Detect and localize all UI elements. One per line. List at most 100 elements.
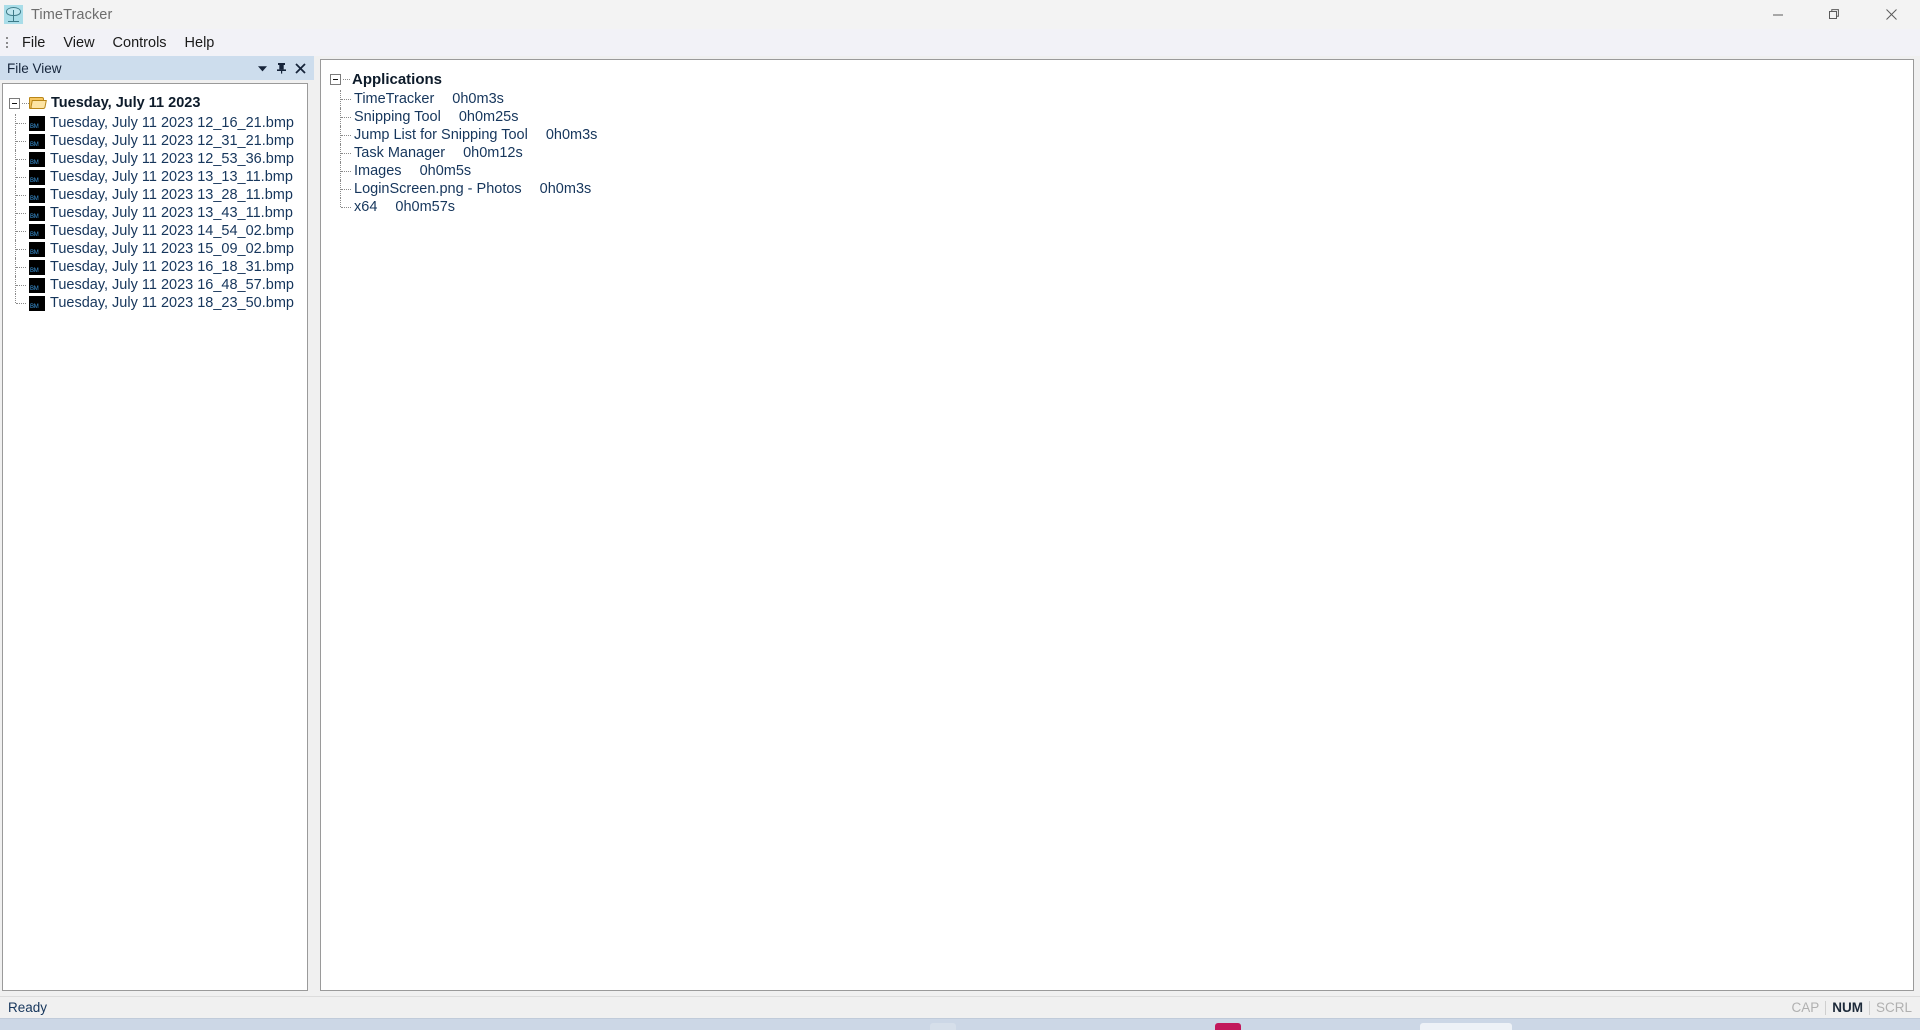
menu-item-help[interactable]: Help — [176, 31, 224, 55]
tree-connector — [15, 294, 29, 312]
tree-connector — [15, 186, 29, 204]
file-tree-item[interactable]: Tuesday, July 11 2023 12_16_21.bmp — [3, 114, 307, 132]
file-tree-item[interactable]: Tuesday, July 11 2023 16_18_31.bmp — [3, 258, 307, 276]
timetracker-icon — [4, 5, 23, 24]
desktop-taskbar[interactable] — [0, 1018, 1920, 1030]
application-row[interactable]: Snipping Tool 0h0m25s — [330, 108, 1913, 126]
application-duration: 0h0m25s — [458, 109, 519, 125]
tree-connector — [340, 198, 354, 216]
close-button[interactable] — [1863, 0, 1920, 29]
application-name: TimeTracker — [354, 91, 435, 107]
menu-item-controls[interactable]: Controls — [104, 31, 176, 55]
file-tree-item[interactable]: Tuesday, July 11 2023 15_09_02.bmp — [3, 240, 307, 258]
bmp-file-icon — [29, 205, 45, 221]
bmp-file-icon — [29, 241, 45, 257]
application-duration: 0h0m12s — [463, 145, 523, 161]
tree-connector — [340, 108, 354, 126]
file-tree-item[interactable]: Tuesday, July 11 2023 13_43_11.bmp — [3, 204, 307, 222]
status-badge-num: NUM — [1826, 1000, 1870, 1015]
bmp-file-icon — [29, 151, 45, 167]
menu-grip-icon[interactable] — [1, 29, 13, 56]
taskbar-item[interactable] — [1215, 1023, 1241, 1030]
tree-connector — [15, 168, 29, 186]
applications-panel[interactable]: Applications TimeTracker 0h0m3s Snipping T… — [320, 59, 1914, 991]
tree-connector — [340, 180, 354, 198]
tree-connector — [343, 78, 350, 80]
taskbar-item[interactable] — [930, 1023, 956, 1030]
status-badge-scrl: SCRL — [1875, 999, 1912, 1015]
tree-connector — [15, 240, 29, 258]
file-tree-item[interactable]: Tuesday, July 11 2023 14_54_02.bmp — [3, 222, 307, 240]
pin-icon[interactable] — [272, 58, 291, 78]
collapse-box-icon[interactable] — [330, 73, 341, 85]
file-tree-item-label: Tuesday, July 11 2023 14_54_02.bmp — [50, 223, 294, 239]
tree-connector — [15, 258, 29, 276]
file-tree-item[interactable]: Tuesday, July 11 2023 12_31_21.bmp — [3, 132, 307, 150]
bmp-file-icon — [29, 169, 45, 185]
file-view-close-icon[interactable] — [291, 58, 310, 78]
restore-button[interactable] — [1806, 0, 1863, 29]
tree-connector — [15, 150, 29, 168]
menu-item-file[interactable]: File — [13, 31, 54, 55]
applications-tree-root[interactable]: Applications — [330, 68, 1913, 90]
file-tree-item[interactable]: Tuesday, July 11 2023 13_13_11.bmp — [3, 168, 307, 186]
file-tree-item[interactable]: Tuesday, July 11 2023 16_48_57.bmp — [3, 276, 307, 294]
work-area: File View Tuesday, July 11 2023 BM Tuesd… — [0, 56, 1920, 996]
file-tree-item-label: Tuesday, July 11 2023 16_18_31.bmp — [50, 259, 294, 275]
menu-item-view[interactable]: View — [54, 31, 103, 55]
tree-connector — [340, 144, 354, 162]
taskbar-item[interactable] — [1420, 1023, 1512, 1030]
application-row[interactable]: Jump List for Snipping Tool 0h0m3s — [330, 126, 1913, 144]
bmp-file-icon — [29, 223, 45, 239]
file-tree-root-label: Tuesday, July 11 2023 — [51, 95, 201, 111]
folder-open-icon — [29, 96, 47, 110]
collapse-box-icon[interactable] — [9, 97, 20, 109]
tree-connector — [15, 276, 29, 294]
application-row[interactable]: Images 0h0m5s — [330, 162, 1913, 180]
file-tree-item[interactable]: Tuesday, July 11 2023 12_53_36.bmp — [3, 150, 307, 168]
application-list: TimeTracker 0h0m3s Snipping Tool 0h0m25s Jum… — [330, 90, 1913, 216]
file-view-caption-bar[interactable]: File View — [0, 56, 314, 80]
file-tree-item-label: Tuesday, July 11 2023 18_23_50.bmp — [50, 295, 294, 311]
bmp-file-icon — [29, 187, 45, 203]
application-name: Snipping Tool — [354, 109, 441, 125]
file-tree-item-label: Tuesday, July 11 2023 13_43_11.bmp — [50, 205, 293, 221]
application-name: Images — [354, 163, 402, 179]
application-row[interactable]: x64 0h0m57s — [330, 198, 1913, 216]
application-row[interactable]: TimeTracker 0h0m3s — [330, 90, 1913, 108]
file-view-body[interactable]: Tuesday, July 11 2023 Tuesday, July 11 2… — [2, 83, 308, 991]
status-bar: Ready CAP NUM SCRL — [0, 996, 1920, 1018]
file-list: Tuesday, July 11 2023 12_16_21.bmp Tuesda… — [3, 114, 307, 312]
file-tree: Tuesday, July 11 2023 Tuesday, July 11 2… — [3, 84, 307, 312]
timetracker-window: TimeTracker File View Controls Help File… — [0, 0, 1920, 1018]
application-duration: 0h0m3s — [452, 91, 504, 107]
status-message: Ready — [8, 1000, 48, 1015]
chevron-down-icon[interactable] — [253, 58, 272, 78]
tree-connector — [15, 222, 29, 240]
file-tree-root[interactable]: Tuesday, July 11 2023 — [3, 92, 307, 114]
window-title: TimeTracker — [31, 6, 113, 23]
file-tree-item[interactable]: Tuesday, July 11 2023 18_23_50.bmp — [3, 294, 307, 312]
title-bar[interactable]: TimeTracker — [0, 0, 1920, 29]
tree-connector — [22, 102, 29, 104]
applications-tree: Applications TimeTracker 0h0m3s Snipping T… — [321, 60, 1913, 216]
bmp-file-icon — [29, 115, 45, 131]
file-view-title: File View — [7, 60, 62, 76]
bmp-file-icon — [29, 295, 45, 311]
tree-connector — [340, 162, 354, 180]
file-tree-item-label: Tuesday, July 11 2023 13_13_11.bmp — [50, 169, 293, 185]
file-tree-item-label: Tuesday, July 11 2023 12_53_36.bmp — [50, 151, 294, 167]
window-controls — [1749, 0, 1920, 29]
tree-connector — [340, 90, 354, 108]
status-badge-cap: CAP — [1785, 1000, 1827, 1015]
file-tree-item-label: Tuesday, July 11 2023 16_48_57.bmp — [50, 277, 294, 293]
minimize-button[interactable] — [1749, 0, 1806, 29]
file-tree-item-label: Tuesday, July 11 2023 15_09_02.bmp — [50, 241, 294, 257]
applications-root-label: Applications — [352, 70, 443, 88]
file-view-panel: File View Tuesday, July 11 2023 BM Tuesd… — [0, 56, 314, 996]
file-tree-item-label: Tuesday, July 11 2023 12_16_21.bmp — [50, 115, 294, 131]
application-row[interactable]: LoginScreen.png - Photos 0h0m3s — [330, 180, 1913, 198]
file-tree-item-label: Tuesday, July 11 2023 12_31_21.bmp — [50, 133, 294, 149]
file-tree-item[interactable]: Tuesday, July 11 2023 13_28_11.bmp — [3, 186, 307, 204]
application-row[interactable]: Task Manager 0h0m12s — [330, 144, 1913, 162]
